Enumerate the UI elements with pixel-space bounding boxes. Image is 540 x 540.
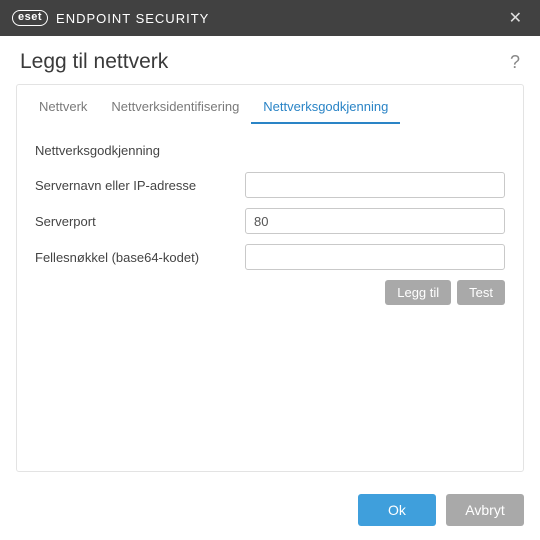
titlebar: eset ENDPOINT SECURITY ✕ <box>0 0 540 36</box>
test-button[interactable]: Test <box>457 280 505 305</box>
product-name: ENDPOINT SECURITY <box>56 11 209 26</box>
dialog-footer: Ok Avbryt <box>358 494 524 526</box>
ok-button[interactable]: Ok <box>358 494 436 526</box>
row-server-name: Servernavn eller IP-adresse <box>35 172 505 198</box>
server-port-label: Serverport <box>35 214 245 229</box>
row-server-port: Serverport <box>35 208 505 234</box>
server-name-input[interactable] <box>245 172 505 198</box>
tab-network-authentication[interactable]: Nettverksgodkjenning <box>251 93 400 124</box>
section-title: Nettverksgodkjenning <box>35 143 505 158</box>
tab-bar: Nettverk Nettverksidentifisering Nettver… <box>17 85 523 125</box>
main-panel: Nettverk Nettverksidentifisering Nettver… <box>16 84 524 472</box>
row-shared-key: Fellesnøkkel (base64-kodet) <box>35 244 505 270</box>
dialog-header: Legg til nettverk ? <box>0 36 540 84</box>
page-title: Legg til nettverk <box>20 50 168 74</box>
tab-network-identification[interactable]: Nettverksidentifisering <box>99 93 251 124</box>
form-area: Nettverksgodkjenning Servernavn eller IP… <box>17 125 523 471</box>
help-icon[interactable]: ? <box>510 52 520 73</box>
close-icon[interactable]: ✕ <box>503 4 528 32</box>
server-name-label: Servernavn eller IP-adresse <box>35 178 245 193</box>
add-button[interactable]: Legg til <box>385 280 451 305</box>
brand-logo: eset <box>12 10 48 26</box>
shared-key-input[interactable] <box>245 244 505 270</box>
form-actions: Legg til Test <box>35 280 505 305</box>
cancel-button[interactable]: Avbryt <box>446 494 524 526</box>
titlebar-brand: eset ENDPOINT SECURITY <box>12 10 209 26</box>
shared-key-label: Fellesnøkkel (base64-kodet) <box>35 250 245 265</box>
server-port-input[interactable] <box>245 208 505 234</box>
tab-network[interactable]: Nettverk <box>27 93 99 124</box>
